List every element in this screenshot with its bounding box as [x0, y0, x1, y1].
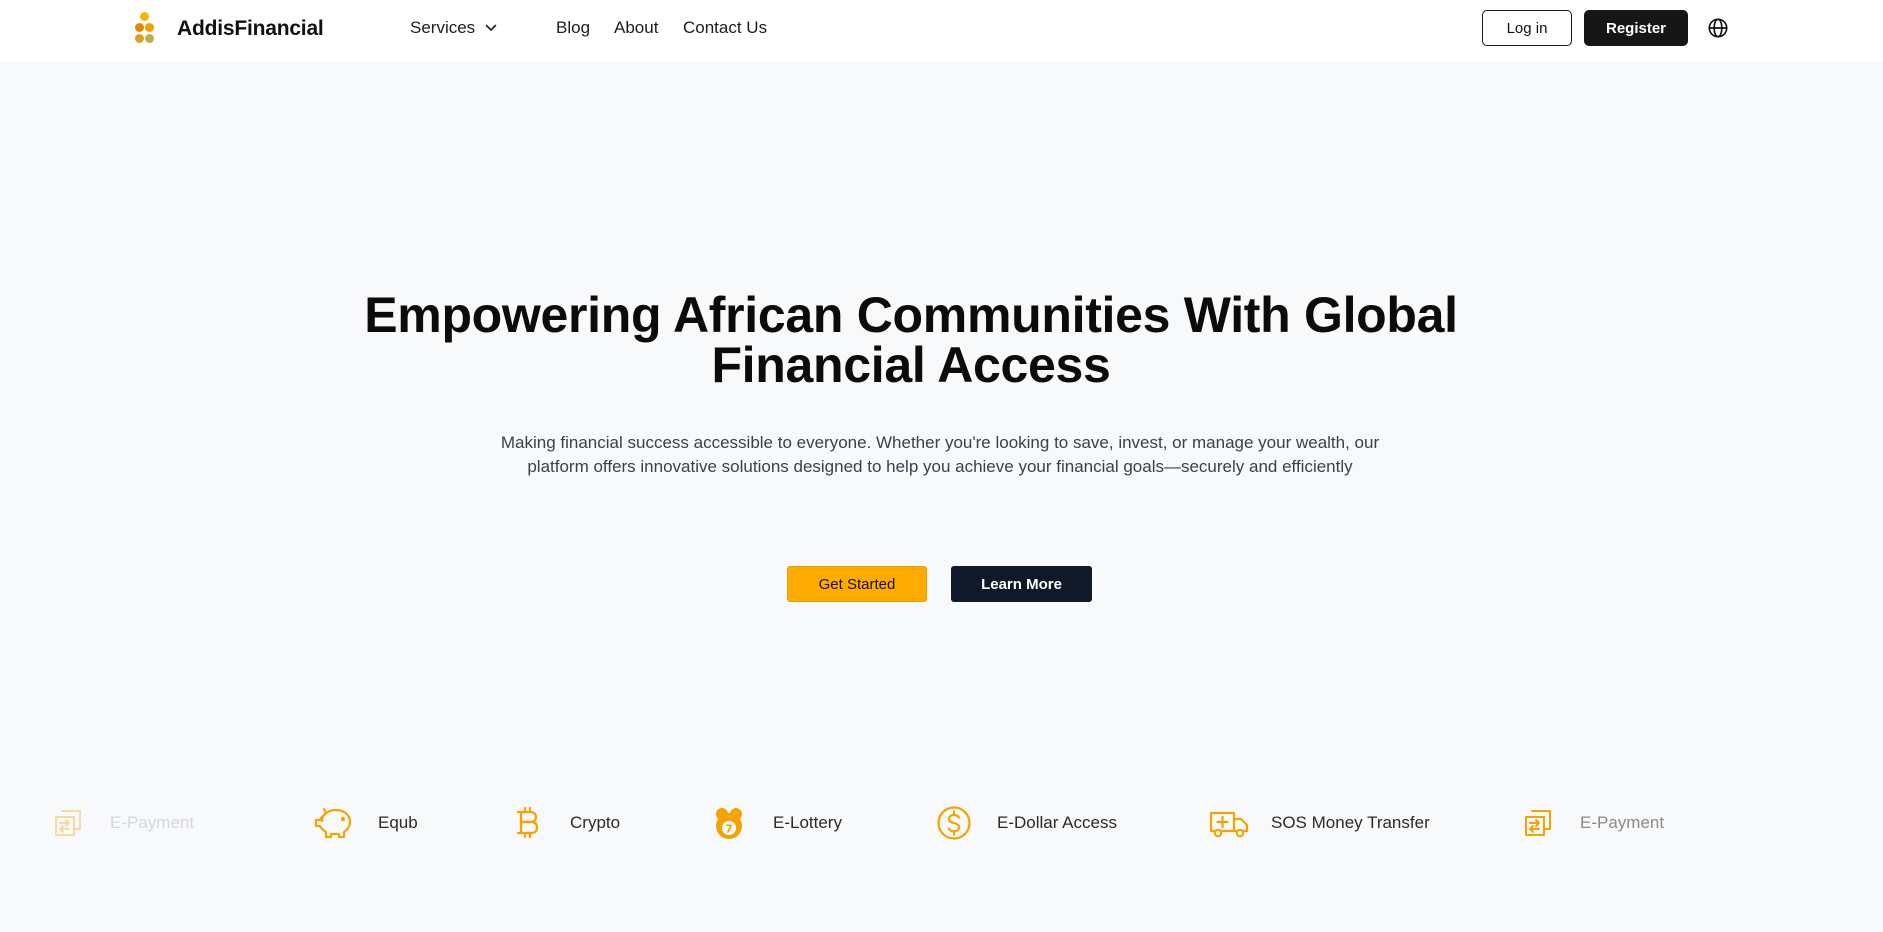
service-item-equb[interactable]: Equb — [314, 803, 418, 843]
service-item-crypto[interactable]: Crypto — [508, 803, 620, 843]
service-item-e-payment[interactable]: E-Payment — [1518, 803, 1664, 843]
top-navbar: AddisFinancial Services Blog About Conta… — [0, 0, 1883, 61]
login-button[interactable]: Log in — [1482, 10, 1572, 46]
piggy-bank-icon — [314, 803, 354, 843]
service-label: E-Payment — [110, 813, 195, 832]
service-item-e-lottery[interactable]: 7 E-Lottery — [709, 803, 842, 843]
nav-blog-link[interactable]: Blog — [556, 17, 590, 39]
nav-contact-link[interactable]: Contact Us — [683, 17, 767, 39]
nav-services-dropdown[interactable]: Services — [410, 17, 497, 39]
hero-title-line-1: Empowering African Communities With Glob… — [364, 287, 1458, 343]
transfer-icon — [48, 803, 88, 843]
brand-logo-icon — [135, 12, 155, 46]
hero-title: Empowering African Communities With Glob… — [291, 290, 1531, 390]
service-label: E-Lottery — [773, 813, 842, 832]
service-label: SOS Money Transfer — [1271, 813, 1430, 832]
service-label: Crypto — [570, 813, 621, 832]
globe-icon[interactable] — [1707, 17, 1729, 39]
brand-name: AddisFinancial — [177, 17, 324, 40]
svg-text:7: 7 — [725, 823, 733, 836]
chevron-down-icon — [485, 24, 497, 32]
register-button[interactable]: Register — [1584, 10, 1688, 46]
get-started-button[interactable]: Get Started — [787, 566, 927, 602]
learn-more-button[interactable]: Learn More — [951, 566, 1092, 602]
nav-about-link[interactable]: About — [614, 17, 658, 39]
service-item-e-payment-faded[interactable]: E-Payment — [48, 803, 194, 843]
service-label: E-Dollar Access — [997, 813, 1117, 832]
service-label: E-Payment — [1580, 813, 1665, 832]
hero-subtitle: Making financial success accessible to e… — [500, 433, 1380, 476]
service-item-e-dollar-access[interactable]: E-Dollar Access — [934, 803, 1117, 843]
nav-services-label: Services — [410, 18, 476, 37]
service-label: Equb — [378, 813, 418, 832]
lottery-ball-icon: 7 — [709, 803, 749, 843]
service-item-sos-money-transfer[interactable]: SOS Money Transfer — [1207, 803, 1430, 843]
bitcoin-icon — [508, 803, 548, 843]
ambulance-icon — [1207, 803, 1251, 843]
dollar-icon — [934, 803, 974, 843]
hero-title-line-2: Financial Access — [711, 337, 1111, 393]
transfer-icon — [1518, 803, 1558, 843]
brand[interactable]: AddisFinancial — [135, 12, 324, 46]
